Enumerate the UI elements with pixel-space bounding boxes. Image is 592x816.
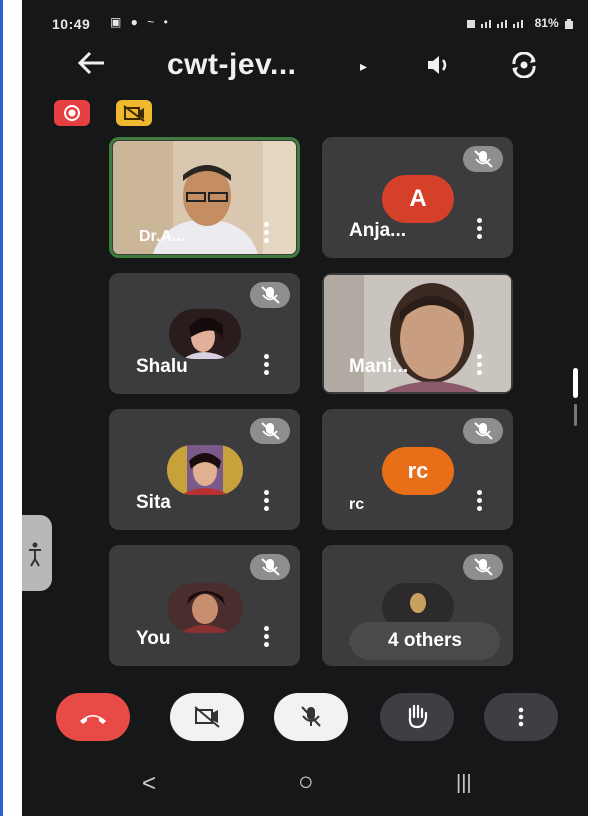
participant-tile[interactable]: Shalu: [109, 273, 300, 394]
accessibility-handle[interactable]: [22, 515, 52, 591]
more-vert-icon: [518, 707, 524, 727]
more-options-icon[interactable]: [477, 218, 483, 240]
mic-muted-icon: [250, 418, 290, 444]
meeting-title[interactable]: cwt-jev...: [167, 48, 296, 82]
nav-back-button[interactable]: <: [142, 770, 156, 798]
scrollbar-thumb[interactable]: [573, 368, 578, 398]
arrow-left-icon: [77, 51, 104, 75]
more-options-icon[interactable]: [477, 490, 483, 512]
participant-name: Shalu: [136, 356, 188, 377]
mic-muted-icon: [463, 554, 503, 580]
notification-icons: ▣ ● ~ •: [110, 15, 171, 29]
camera-toggle-button[interactable]: [170, 693, 244, 741]
more-options-button[interactable]: [484, 693, 558, 741]
speaker-button[interactable]: [424, 52, 454, 78]
participant-name: You: [136, 628, 171, 649]
caret-right-icon[interactable]: ▸: [360, 58, 367, 75]
camera-off-icon: [123, 105, 145, 122]
mic-muted-icon: [250, 554, 290, 580]
mic-muted-icon: [250, 282, 290, 308]
more-options-icon[interactable]: [264, 222, 270, 244]
participant-name: rc: [349, 496, 365, 513]
participant-name: Anja...: [349, 220, 407, 241]
left-edge-line: [0, 0, 3, 816]
back-button[interactable]: [76, 50, 106, 82]
participant-tile[interactable]: rc rc: [322, 409, 513, 530]
participant-tile[interactable]: Dr.A...: [109, 137, 300, 258]
participant-avatar: A: [382, 175, 454, 223]
more-options-icon[interactable]: [264, 626, 270, 648]
recording-badge[interactable]: [54, 100, 90, 126]
participant-avatar: rc: [382, 447, 454, 495]
participant-photo: [169, 309, 241, 359]
scrollbar-track: [574, 404, 577, 426]
participant-tile[interactable]: You: [109, 545, 300, 666]
mic-toggle-button[interactable]: [274, 693, 348, 741]
status-right: 81%: [467, 16, 574, 30]
participant-photo: [167, 445, 243, 495]
record-icon: [64, 105, 80, 121]
meet-screen: 10:49 ▣ ● ~ • 81% cwt-jev... ▸ Dr.A... A…: [22, 0, 588, 816]
speaker-icon: [428, 56, 447, 74]
more-options-icon[interactable]: [477, 354, 483, 376]
participant-photo: [167, 583, 243, 633]
raise-hand-button[interactable]: [380, 693, 454, 741]
mic-muted-icon: [463, 146, 503, 172]
more-options-icon[interactable]: [264, 354, 270, 376]
participant-tile[interactable]: Mani...: [322, 273, 513, 394]
mic-off-icon: [301, 706, 321, 727]
flip-camera-button[interactable]: [508, 51, 538, 79]
participant-name: Mani...: [349, 356, 409, 377]
battery-percent: 81%: [534, 16, 559, 30]
accessibility-icon: [29, 542, 41, 567]
meeting-header: cwt-jev... ▸: [22, 46, 588, 92]
participant-tile[interactable]: Sita: [109, 409, 300, 530]
mic-muted-icon: [463, 418, 503, 444]
phone-hangup-icon: [80, 715, 106, 724]
participant-name: Sita: [136, 492, 171, 513]
others-count-button[interactable]: 4 others: [350, 622, 500, 660]
raise-hand-icon: [408, 704, 428, 729]
nav-home-button[interactable]: ○: [298, 766, 314, 797]
camera-off-badge[interactable]: [116, 100, 152, 126]
signal-icon: [467, 19, 524, 28]
status-time: 10:49: [52, 16, 91, 32]
camera-off-icon: [194, 706, 220, 728]
nav-recents-button[interactable]: |||: [456, 772, 472, 795]
more-options-icon[interactable]: [264, 490, 270, 512]
flip-camera-icon: [512, 51, 536, 79]
participant-tile[interactable]: A Anja...: [322, 137, 513, 258]
battery-icon: [565, 18, 573, 29]
status-bar: 10:49 ▣ ● ~ • 81%: [22, 0, 588, 46]
end-call-button[interactable]: [56, 693, 130, 741]
participant-name: Dr.A...: [139, 228, 186, 245]
